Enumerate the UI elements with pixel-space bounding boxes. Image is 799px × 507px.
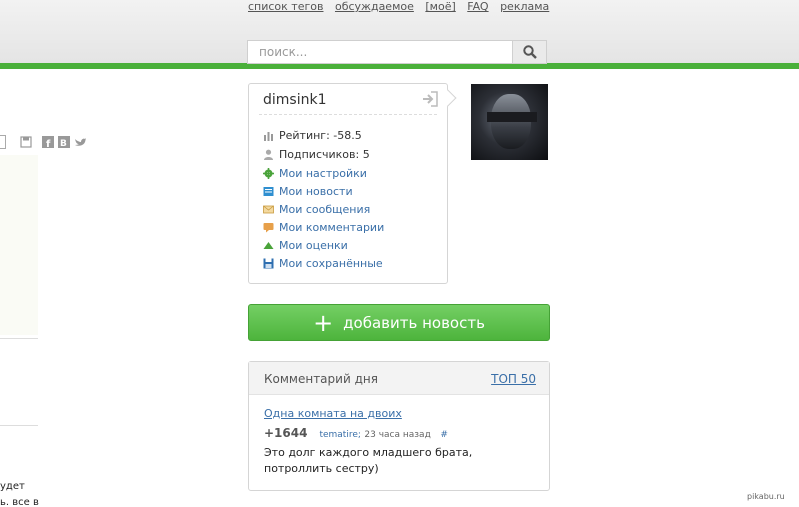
rating-stat: Рейтинг: -58.5 xyxy=(263,129,362,142)
facebook-icon[interactable]: f xyxy=(42,136,54,148)
user-panel: dimsink1 Рейтинг: -58.5 Подписчиков: 5 М… xyxy=(248,83,457,284)
top50-link[interactable]: ТОП 50 xyxy=(491,372,536,386)
plus-icon: + xyxy=(313,308,334,337)
comment-author[interactable]: tematire; xyxy=(319,430,360,440)
avatar-figure xyxy=(487,112,537,122)
user-panel-arrow xyxy=(439,89,457,107)
comment-of-day-title: Комментарий дня xyxy=(264,372,378,386)
menu-comments[interactable]: Мои комментарии xyxy=(263,221,384,234)
menu-comments-label: Мои комментарии xyxy=(279,221,385,234)
comment-of-day-panel: Комментарий дня ТОП 50 Одна комната на д… xyxy=(248,361,550,491)
menu-messages[interactable]: Мои сообщения xyxy=(263,203,370,216)
menu-ratings-label: Мои оценки xyxy=(279,239,348,252)
rating-text: Рейтинг: -58.5 xyxy=(279,129,362,142)
avatar[interactable] xyxy=(471,84,548,160)
bar-chart-icon xyxy=(264,132,273,141)
nav-link-faq[interactable]: FAQ xyxy=(467,0,488,13)
menu-saved-label: Мои сохранённые xyxy=(279,257,383,270)
menu-settings[interactable]: Мои настройки xyxy=(263,167,367,180)
post-link[interactable]: Одна комната на двоих xyxy=(264,407,402,420)
nav-link-ads[interactable]: реклама xyxy=(500,0,549,13)
left-divider xyxy=(0,425,38,426)
share-icons: f B xyxy=(0,135,86,149)
cut-post-text: удет xyxy=(0,481,25,492)
nav-link-tags[interactable]: список тегов xyxy=(248,0,323,13)
add-post-label: добавить новость xyxy=(343,313,485,332)
logout-icon[interactable] xyxy=(421,90,439,108)
svg-text:B: B xyxy=(60,139,67,148)
post-box-edge xyxy=(0,135,6,149)
cut-post-text: ь. все в xyxy=(0,497,39,507)
search-icon xyxy=(522,45,537,59)
rating-arrow-icon xyxy=(263,242,274,249)
comment-icon xyxy=(263,223,274,233)
svg-text:f: f xyxy=(46,139,51,148)
menu-news[interactable]: Мои новости xyxy=(263,185,353,198)
subscribers-text: Подписчиков: 5 xyxy=(279,148,370,161)
top-nav: список тегов обсуждаемое [моё] FAQ рекла… xyxy=(248,0,557,13)
vkontakte-icon[interactable]: B xyxy=(58,136,70,148)
username[interactable]: dimsink1 xyxy=(263,92,327,108)
nav-link-mine[interactable]: [моё] xyxy=(425,0,455,13)
left-divider xyxy=(0,338,38,339)
menu-ratings[interactable]: Мои оценки xyxy=(263,239,348,252)
person-icon xyxy=(264,149,273,160)
comment-score: +1644 xyxy=(264,426,308,440)
left-panel-bg xyxy=(0,155,38,335)
comment-text: Это долг каждого младшего брата, потролл… xyxy=(264,446,473,475)
comment-time: 23 часа назад xyxy=(364,430,431,440)
search-input[interactable] xyxy=(248,41,514,63)
search-box xyxy=(247,40,547,64)
comment-of-day-header: Комментарий дня ТОП 50 xyxy=(249,362,549,395)
menu-news-label: Мои новости xyxy=(279,185,353,198)
menu-settings-label: Мои настройки xyxy=(279,167,367,180)
twitter-icon[interactable] xyxy=(74,136,86,148)
nav-link-discussed[interactable]: обсуждаемое xyxy=(335,0,414,13)
subscribers-stat: Подписчиков: 5 xyxy=(263,148,370,161)
floppy-icon xyxy=(263,258,274,269)
comment-meta: +1644 tematire; 23 часа назад # xyxy=(264,426,448,440)
news-icon xyxy=(263,187,274,196)
gear-icon xyxy=(263,168,274,179)
menu-messages-label: Мои сообщения xyxy=(279,203,371,216)
user-panel-divider xyxy=(259,114,437,115)
watermark: pikabu.ru xyxy=(747,492,785,501)
save-icon[interactable] xyxy=(20,136,32,148)
envelope-icon xyxy=(263,205,274,214)
comment-permalink[interactable]: # xyxy=(440,430,448,440)
search-button[interactable] xyxy=(512,41,546,63)
menu-saved[interactable]: Мои сохранённые xyxy=(263,257,383,270)
add-post-button[interactable]: + добавить новость xyxy=(248,304,550,341)
